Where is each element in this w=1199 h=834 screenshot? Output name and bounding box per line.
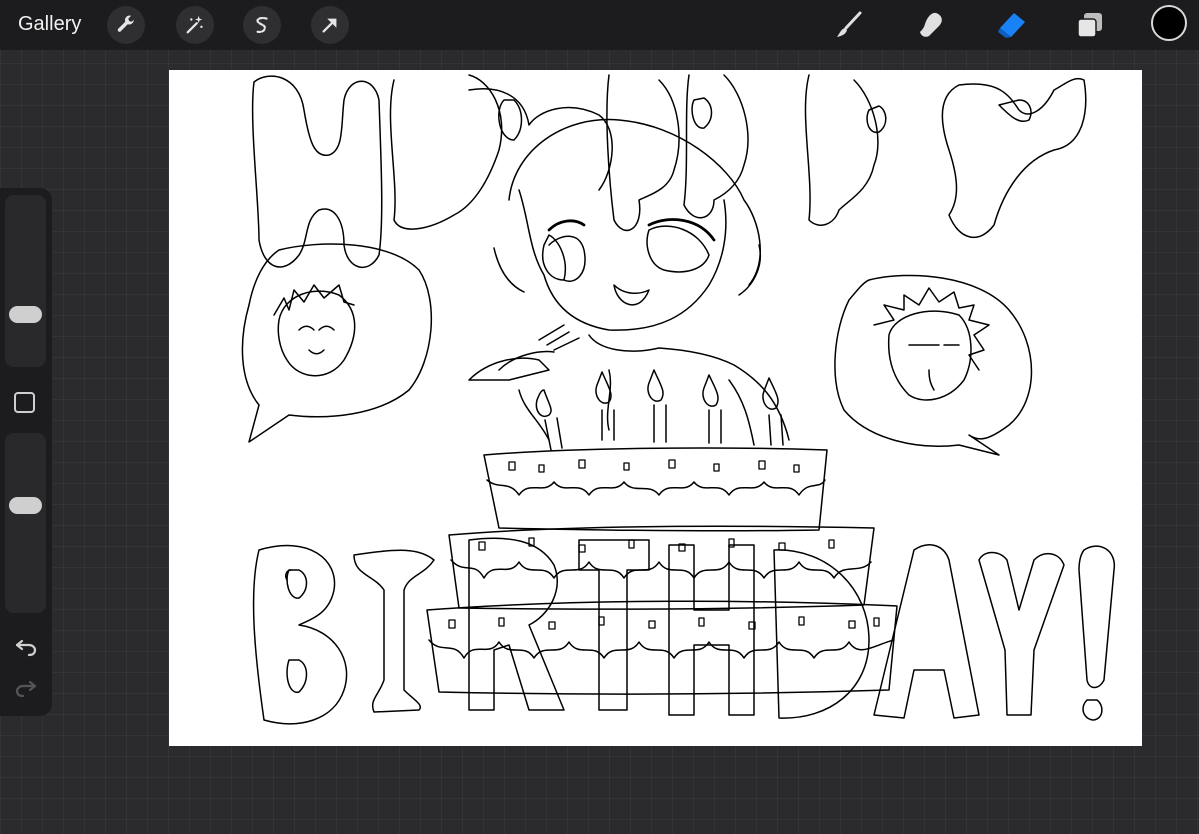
brush-tool[interactable] [831, 7, 867, 43]
eraser-icon [998, 13, 1025, 38]
layers-icon [1077, 13, 1102, 38]
character-drawing [468, 118, 790, 446]
top-toolbar: Gallery [0, 0, 1199, 50]
transform-button[interactable] [311, 6, 349, 44]
sketch-artwork [241, 74, 1115, 725]
opacity-thumb[interactable] [9, 497, 42, 515]
eraser-tool[interactable] [993, 7, 1029, 43]
happy-lettering [251, 74, 1087, 269]
drawing-canvas[interactable] [169, 70, 1142, 746]
opacity-slider[interactable] [5, 433, 46, 613]
undo-button[interactable] [12, 634, 40, 660]
color-picker[interactable] [1151, 5, 1187, 41]
selection-icon [255, 16, 268, 34]
cake-drawing [426, 447, 898, 695]
smudge-tool[interactable] [913, 7, 949, 43]
layers-button[interactable] [1072, 7, 1108, 43]
side-toolbar [0, 188, 52, 716]
brush-icon [837, 11, 862, 37]
redo-icon [15, 680, 37, 698]
modify-button[interactable] [14, 392, 35, 413]
undo-icon [15, 639, 37, 657]
gallery-button[interactable]: Gallery [18, 13, 81, 36]
wrench-icon [117, 15, 134, 32]
brush-size-thumb[interactable] [9, 306, 42, 324]
redo-button[interactable] [12, 675, 40, 701]
adjustments-button[interactable] [176, 6, 214, 44]
candles [535, 369, 784, 451]
actions-button[interactable] [107, 6, 145, 44]
right-speech-bubble [834, 274, 1033, 456]
magic-wand-icon [186, 15, 203, 34]
brush-size-slider[interactable] [5, 195, 46, 367]
selection-button[interactable] [243, 6, 281, 44]
birthday-lettering [252, 537, 1115, 725]
smudge-icon [920, 12, 942, 37]
left-speech-bubble [241, 243, 433, 443]
transform-arrow-icon [322, 18, 337, 33]
